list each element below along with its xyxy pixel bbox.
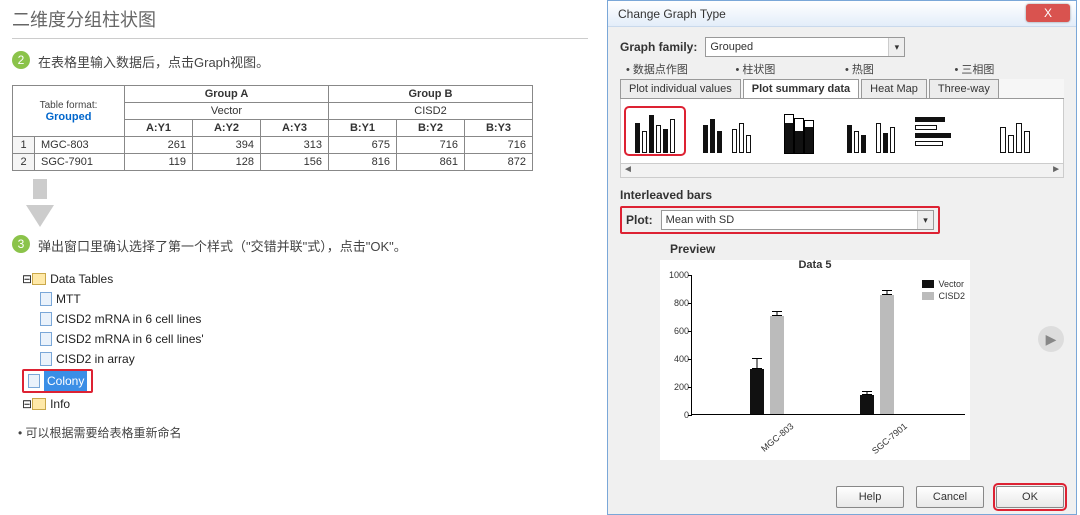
sheet-icon [40, 332, 52, 346]
help-button[interactable]: Help [836, 486, 904, 508]
thumb-box-plot[interactable] [987, 109, 1043, 153]
tree-item-cisd2-lines[interactable]: CISD2 mRNA in 6 cell lines [22, 309, 588, 329]
sub-a-header: Vector [125, 103, 329, 120]
arrow-down-icon [33, 179, 47, 199]
thumb-separated-bars[interactable] [843, 109, 899, 153]
y-axis-labels: 1000 800 600 400 200 0 [661, 261, 691, 459]
group-a-header: Group A [125, 86, 329, 103]
table-format-value: Grouped [19, 111, 118, 123]
graph-family-select[interactable]: Grouped ▾ [705, 37, 905, 57]
plot-label: Plot: [626, 213, 653, 227]
plot-mode-select[interactable]: Mean with SD ▾ [661, 210, 934, 230]
thumb-grouped-bars[interactable] [699, 109, 755, 153]
table-row[interactable]: 2 SGC-7901 119 128 156 816 861 872 [13, 154, 533, 171]
chevron-down-icon[interactable]: ▾ [917, 211, 933, 229]
col-a2: A:Y2 [193, 120, 261, 137]
tab-three-way[interactable]: Three-way [929, 79, 999, 98]
tree-item-colony[interactable]: Colony [28, 371, 87, 391]
tree-item-cisd2-array[interactable]: CISD2 in array [22, 349, 588, 369]
preview-chart: Data 5 Vector CISD2 1000 800 600 400 200… [660, 260, 970, 460]
folder-icon [32, 273, 46, 285]
tree-root[interactable]: ⊟ Data Tables [22, 269, 588, 289]
col-b1: B:Y1 [329, 120, 397, 137]
ok-button[interactable]: OK [996, 486, 1064, 508]
data-table[interactable]: Table format: Grouped Group A Group B Ve… [12, 85, 533, 171]
change-graph-type-dialog: Change Graph Type X Graph family: Groupe… [607, 0, 1077, 515]
chart-title: Data 5 [661, 259, 969, 271]
thumb-interleaved-bars[interactable] [627, 109, 683, 153]
close-button[interactable]: X [1026, 4, 1070, 22]
step-2-badge: 2 [12, 51, 30, 69]
step-3-badge: 3 [12, 235, 30, 253]
graph-style-thumbnails[interactable] [620, 99, 1064, 164]
page-title: 二维度分组柱状图 [12, 6, 588, 39]
folder-icon [32, 398, 46, 410]
dialog-title: Change Graph Type X [608, 1, 1076, 27]
tree-item-info[interactable]: ⊟ Info [22, 394, 588, 414]
rename-note: • 可以根据需要给表格重新命名 [18, 424, 588, 441]
col-a3: A:Y3 [261, 120, 329, 137]
thumb-stacked-bars[interactable] [771, 109, 827, 153]
plot-mode-row: Plot: Mean with SD ▾ [620, 206, 940, 234]
next-preview-button[interactable]: ▶ [1038, 326, 1064, 352]
sheet-icon [40, 292, 52, 306]
table-format-label: Table format: [19, 100, 118, 111]
col-b2: B:Y2 [397, 120, 465, 137]
section-header: Interleaved bars [620, 188, 1064, 202]
cancel-button[interactable]: Cancel [916, 486, 984, 508]
sheet-icon [40, 352, 52, 366]
step-2: 2 在表格里输入数据后，点击Graph视图。 [12, 51, 588, 71]
preview-label: Preview [670, 242, 1064, 256]
step-3-text: 弹出窗口里确认选择了第一个样式（"交错并联"式），点击"OK"。 [38, 235, 407, 255]
sheet-icon [28, 374, 40, 388]
thumb-horizontal-bars[interactable] [915, 109, 971, 153]
arrow-down-icon [26, 205, 54, 227]
tree-item-cisd2-lines2[interactable]: CISD2 mRNA in 6 cell lines' [22, 329, 588, 349]
highlighted-tree-item: Colony [22, 369, 93, 393]
sheet-icon [40, 312, 52, 326]
step-2-text: 在表格里输入数据后，点击Graph视图。 [38, 51, 269, 71]
table-row[interactable]: 1 MGC-803 261 394 313 675 716 716 [13, 137, 533, 154]
tab-cn-labels: • 数据点作图• 柱状图• 热图• 三相图 [626, 61, 1064, 77]
chevron-down-icon[interactable]: ▾ [888, 38, 904, 56]
graph-family-label: Graph family: [620, 40, 697, 54]
group-b-header: Group B [329, 86, 533, 103]
tree-item-mtt[interactable]: MTT [22, 289, 588, 309]
step-3: 3 弹出窗口里确认选择了第一个样式（"交错并联"式），点击"OK"。 [12, 235, 588, 255]
data-tables-tree[interactable]: ⊟ Data Tables MTT CISD2 mRNA in 6 cell l… [22, 269, 588, 414]
thumb-scrollbar[interactable] [620, 164, 1064, 178]
tab-summary-data[interactable]: Plot summary data [743, 79, 859, 98]
tab-individual-values[interactable]: Plot individual values [620, 79, 741, 98]
graph-type-tabs[interactable]: Plot individual values Plot summary data… [620, 79, 1064, 99]
col-b3: B:Y3 [465, 120, 533, 137]
sub-b-header: CISD2 [329, 103, 533, 120]
tab-heat-map[interactable]: Heat Map [861, 79, 927, 98]
col-a1: A:Y1 [125, 120, 193, 137]
